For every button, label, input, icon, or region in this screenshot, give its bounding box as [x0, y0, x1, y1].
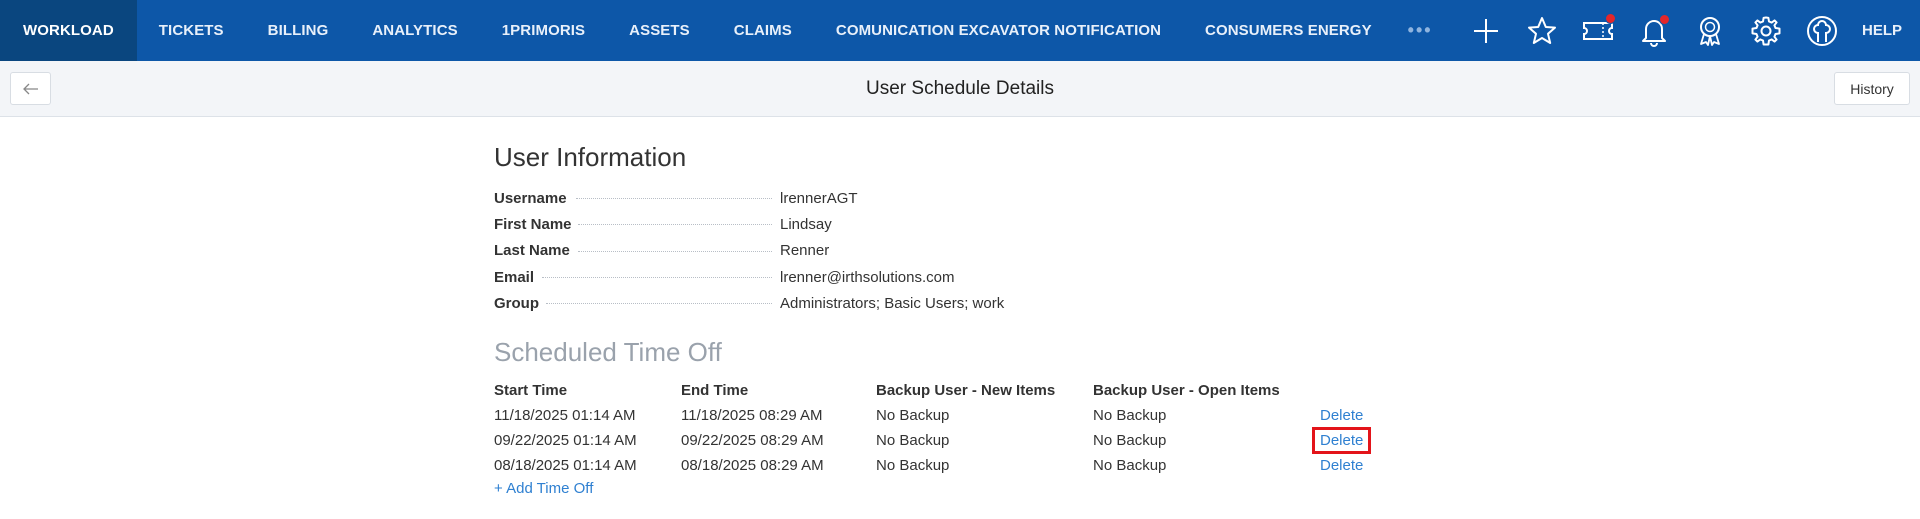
column-start-time: Start Time [494, 381, 568, 399]
page-title: User Schedule Details [866, 78, 1054, 99]
start-time-cell: 11/18/2025 01:14 AM [494, 407, 636, 424]
plus-icon[interactable] [1468, 13, 1504, 49]
column-backup-open-items: Backup User - Open Items [1093, 381, 1280, 399]
info-label: Group [494, 294, 543, 312]
nav-comunication-excavator-notification[interactable]: COMUNICATION EXCAVATOR NOTIFICATION [814, 0, 1183, 61]
backup-open-items-cell: No Backup [1093, 457, 1167, 474]
backup-new-items-cell: No Backup [876, 432, 950, 449]
info-row-username: Username lrennerAGT [494, 185, 1094, 211]
table-row: 11/18/2025 01:14 AM 11/18/2025 08:29 AM … [494, 403, 1385, 428]
end-time-cell: 11/18/2025 08:29 AM [681, 407, 823, 424]
time-off-table: Start Time End Time Backup User - New It… [494, 377, 1385, 478]
gear-icon[interactable] [1748, 13, 1784, 49]
backup-open-items-cell: No Backup [1093, 407, 1167, 424]
star-icon[interactable] [1524, 13, 1560, 49]
info-row-email: Email lrenner@irthsolutions.com [494, 264, 1094, 290]
delete-link-highlighted[interactable]: Delete [1311, 427, 1372, 454]
scheduled-time-off-heading: Scheduled Time Off [494, 337, 722, 367]
user-icon[interactable] [1804, 13, 1840, 49]
nav-assets[interactable]: ASSETS [607, 0, 712, 61]
info-value: Administrators; Basic Users; work [780, 294, 1005, 312]
info-label: Username [494, 189, 571, 207]
bell-icon[interactable] [1636, 13, 1672, 49]
nav-analytics[interactable]: ANALYTICS [350, 0, 479, 61]
history-button[interactable]: History [1834, 72, 1910, 105]
actions-cell: Delete [1311, 427, 1385, 454]
nav-consumers-energy[interactable]: CONSUMERS ENERGY [1183, 0, 1394, 61]
dotted-leader [546, 303, 772, 305]
nav-1primoris[interactable]: 1PRIMORIS [480, 0, 607, 61]
column-end-time: End Time [681, 381, 749, 399]
add-time-off-link[interactable]: + Add Time Off [494, 480, 593, 497]
user-information-heading: User Information [494, 142, 687, 172]
dotted-leader [576, 198, 772, 199]
nav-claims[interactable]: CLAIMS [712, 0, 814, 61]
actions-cell: Delete [1315, 453, 1385, 478]
nav-workload[interactable]: WORKLOAD [0, 0, 137, 61]
title-bar: User Schedule Details History [0, 61, 1920, 117]
info-label: Last Name [494, 242, 574, 260]
backup-new-items-cell: No Backup [876, 407, 950, 424]
actions-cell: Delete [1315, 403, 1385, 428]
table-header-row: Start Time End Time Backup User - New It… [494, 377, 1385, 403]
column-backup-new-items: Backup User - New Items [876, 381, 1056, 399]
more-icon[interactable]: ••• [1394, 0, 1447, 61]
user-info-list: Username lrennerAGT First Name Lindsay L… [494, 185, 1094, 316]
info-row-first-name: First Name Lindsay [494, 211, 1094, 237]
delete-link[interactable]: Delete [1315, 455, 1368, 476]
info-label: First Name [494, 215, 576, 233]
ticket-icon[interactable] [1580, 12, 1616, 49]
table-row: 08/18/2025 01:14 AM 08/18/2025 08:29 AM … [494, 453, 1385, 478]
nav-actions: HELP [1458, 0, 1920, 61]
start-time-cell: 09/22/2025 01:14 AM [494, 432, 637, 449]
info-label: Email [494, 268, 539, 286]
end-time-cell: 09/22/2025 08:29 AM [681, 432, 824, 449]
info-value: lrenner@irthsolutions.com [780, 268, 955, 286]
dotted-leader [542, 276, 772, 278]
help-link[interactable]: HELP [1850, 22, 1920, 39]
backup-open-items-cell: No Backup [1093, 432, 1167, 449]
top-nav: WORKLOAD TICKETS BILLING ANALYTICS 1PRIM… [0, 0, 1920, 61]
dotted-leader [578, 224, 772, 226]
dotted-leader [578, 250, 772, 252]
nav-tickets[interactable]: TICKETS [137, 0, 246, 61]
info-value: Renner [780, 242, 830, 260]
ticket-badge [1604, 12, 1616, 24]
start-time-cell: 08/18/2025 01:14 AM [494, 457, 637, 474]
info-value: lrennerAGT [780, 189, 858, 207]
info-row-last-name: Last Name Renner [494, 238, 1094, 264]
nav-billing[interactable]: BILLING [246, 0, 351, 61]
column-actions [1315, 377, 1385, 403]
delete-link[interactable]: Delete [1315, 405, 1368, 426]
award-icon[interactable] [1692, 13, 1728, 49]
end-time-cell: 08/18/2025 08:29 AM [681, 457, 824, 474]
table-row: 09/22/2025 01:14 AM 09/22/2025 08:29 AM … [494, 427, 1385, 454]
backup-new-items-cell: No Backup [876, 457, 950, 474]
bell-badge [1658, 13, 1670, 25]
info-row-group: Group Administrators; Basic Users; work [494, 290, 1094, 316]
info-value: Lindsay [780, 215, 832, 233]
